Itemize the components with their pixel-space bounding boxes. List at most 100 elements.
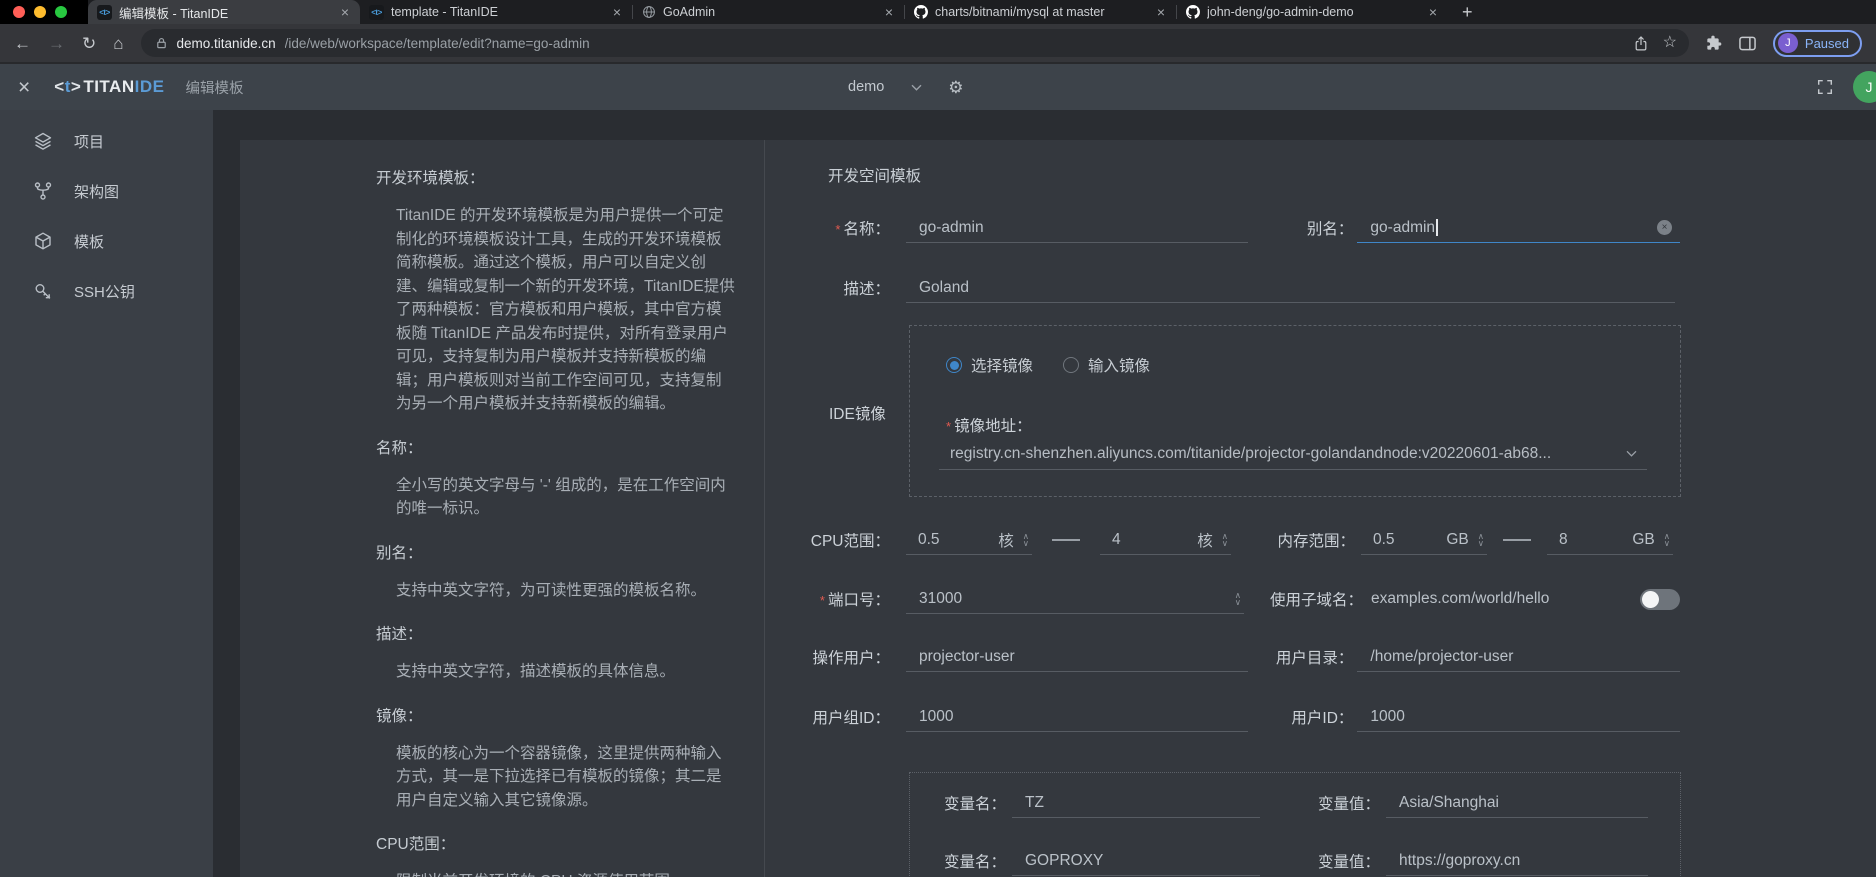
stepper-icons[interactable]: ∧∨ [1222, 533, 1228, 546]
radio-input-image[interactable]: 输入镜像 [1063, 354, 1150, 376]
tab-close-icon[interactable]: × [339, 4, 351, 20]
page-title: 编辑模板 [185, 77, 243, 98]
url-domain: demo.titanide.cn [177, 36, 276, 51]
ide-image-label: IDE镜像 [829, 402, 886, 424]
layers-icon [33, 131, 53, 151]
chevron-down-icon[interactable] [911, 84, 922, 91]
tab-close-icon[interactable]: × [1427, 4, 1439, 20]
titanide-header: × <t>TITANIDE 编辑模板 demo ⚙ J [0, 62, 1876, 110]
bookmark-star-icon[interactable]: ☆ [1663, 35, 1677, 51]
cpu-min-input[interactable]: 0.5核∧∨ [906, 525, 1032, 555]
user-dir-input[interactable]: /home/projector-user [1357, 642, 1680, 672]
user-dir-label: 用户目录： [1248, 646, 1353, 668]
reload-button[interactable]: ↻ [82, 35, 96, 52]
op-user-label: 操作用户： [765, 646, 890, 668]
globe-icon [641, 5, 656, 20]
clear-icon[interactable]: × [1657, 220, 1672, 235]
var-name-input[interactable]: TZ [1012, 788, 1260, 818]
help-heading: 别名： [376, 541, 736, 563]
env-var-row: 变量名： TZ 变量值： Asia/Shanghai [940, 788, 1648, 818]
radio-unselected-icon[interactable] [1063, 357, 1079, 373]
group-id-input[interactable]: 1000 [906, 702, 1248, 732]
tab-title: GoAdmin [663, 5, 876, 19]
tab-close-icon[interactable]: × [1155, 4, 1167, 20]
close-editor-icon[interactable]: × [18, 77, 30, 98]
sidebar-item-ssh-keys[interactable]: SSH公钥 [0, 266, 213, 316]
text-cursor [1436, 219, 1438, 236]
tab-title: 编辑模板 - TitanIDE [119, 3, 332, 22]
sidebar-item-architecture[interactable]: 架构图 [0, 166, 213, 216]
subdomain-label: 使用子域名： [1270, 588, 1363, 610]
tab-close-icon[interactable]: × [883, 4, 895, 20]
macos-window-controls [0, 0, 88, 24]
var-value-input[interactable]: https://goproxy.cn [1386, 846, 1648, 876]
settings-gear-icon[interactable]: ⚙ [948, 79, 963, 96]
workspace-selector[interactable]: demo [848, 79, 884, 95]
alias-input[interactable]: go-admin× [1357, 213, 1680, 243]
user-avatar[interactable]: J [1853, 71, 1876, 103]
forward-button[interactable]: → [48, 35, 65, 52]
form-title: 开发空间模板 [828, 164, 921, 186]
tab-edit-template[interactable]: <t> 编辑模板 - TitanIDE × [88, 0, 360, 24]
cpu-max-input[interactable]: 4核∧∨ [1100, 525, 1231, 555]
logo-ide: IDE [135, 77, 165, 97]
url-path: /ide/web/workspace/template/edit?name=go… [285, 36, 1624, 51]
stepper-icons[interactable]: ∧∨ [1023, 533, 1029, 546]
sidebar-item-label: 模板 [74, 231, 104, 252]
var-value-label: 变量值： [1310, 850, 1380, 872]
stepper-icons[interactable]: ∧∨ [1664, 533, 1670, 546]
profile-chip[interactable]: J Paused [1773, 30, 1862, 57]
image-address-select[interactable]: registry.cn-shenzhen.aliyuncs.com/titani… [939, 438, 1647, 470]
side-panel-icon[interactable] [1739, 36, 1756, 51]
logo-bracket: > [71, 77, 81, 97]
new-tab-button[interactable]: + [1448, 0, 1487, 24]
chevron-down-icon[interactable] [1626, 450, 1637, 457]
home-button[interactable]: ⌂ [113, 35, 123, 52]
help-body: 限制当前开发环境的 CPU 资源使用范围。 [396, 870, 736, 877]
share-icon[interactable] [1633, 35, 1649, 52]
minimize-window-button[interactable] [34, 6, 46, 18]
radio-select-image[interactable]: 选择镜像 [946, 354, 1033, 376]
env-vars-group: 变量名： TZ 变量值： Asia/Shanghai 变量名： GOPROXY … [909, 772, 1681, 877]
help-heading: 名称： [376, 436, 736, 458]
maximize-window-button[interactable] [55, 6, 67, 18]
required-mark: * [835, 222, 840, 237]
subdomain-toggle[interactable] [1640, 589, 1680, 610]
var-value-input[interactable]: Asia/Shanghai [1386, 788, 1648, 818]
op-user-input[interactable]: projector-user [906, 642, 1248, 672]
sidebar-item-label: 架构图 [74, 181, 119, 202]
main-area: 开发环境模板： TitanIDE 的开发环境模板是为用户提供一个可定制化的环境模… [213, 110, 1876, 877]
address-bar[interactable]: demo.titanide.cn/ide/web/workspace/templ… [141, 29, 1689, 57]
var-name-label: 变量名： [940, 792, 1006, 814]
help-body: TitanIDE 的开发环境模板是为用户提供一个可定制化的环境模板设计工具，生成… [396, 204, 736, 416]
port-input[interactable]: 31000∧∨ [906, 584, 1244, 614]
extensions-puzzle-icon[interactable] [1706, 35, 1722, 51]
radio-selected-icon[interactable] [946, 357, 962, 373]
memory-max-input[interactable]: 8GB∧∨ [1547, 525, 1673, 555]
lock-icon[interactable] [155, 36, 168, 50]
close-window-button[interactable] [13, 6, 25, 18]
tab-go-admin-demo[interactable]: john-deng/go-admin-demo × [1176, 0, 1448, 24]
titanide-logo: <t>TITANIDE [54, 77, 164, 97]
tab-template[interactable]: <t> template - TitanIDE × [360, 0, 632, 24]
help-body: 支持中英文字符，描述模板的具体信息。 [396, 660, 736, 684]
description-input[interactable]: Goland [906, 273, 1675, 303]
sidebar-item-templates[interactable]: 模板 [0, 216, 213, 266]
user-id-input[interactable]: 1000 [1357, 702, 1680, 732]
tab-charts-bitnami-mysql[interactable]: charts/bitnami/mysql at master × [904, 0, 1176, 24]
fullscreen-icon[interactable] [1816, 78, 1834, 96]
titanide-favicon: <t> [97, 5, 112, 20]
tab-goadmin[interactable]: GoAdmin × [632, 0, 904, 24]
stepper-icons[interactable]: ∧∨ [1478, 533, 1484, 546]
name-input[interactable]: go-admin [906, 213, 1248, 243]
help-heading: 镜像： [376, 704, 736, 726]
sidebar-item-projects[interactable]: 项目 [0, 116, 213, 166]
logo-bracket: < [54, 77, 64, 97]
github-icon [913, 5, 928, 20]
memory-min-input[interactable]: 0.5GB∧∨ [1361, 525, 1487, 555]
stepper-icons[interactable]: ∧∨ [1235, 592, 1241, 605]
var-name-input[interactable]: GOPROXY [1012, 846, 1260, 876]
tab-close-icon[interactable]: × [611, 4, 623, 20]
cube-icon [33, 231, 53, 251]
back-button[interactable]: ← [14, 35, 31, 52]
